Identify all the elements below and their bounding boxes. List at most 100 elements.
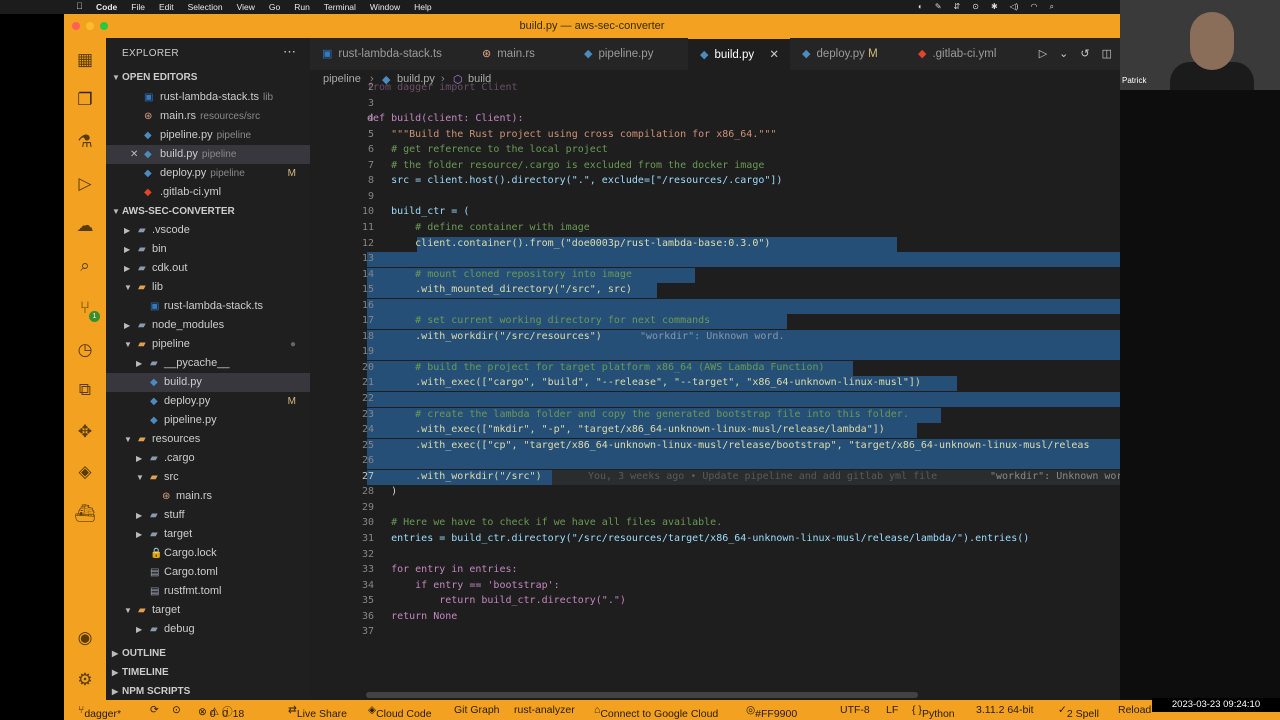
folder-item[interactable]: ▶ ▰ debug xyxy=(106,620,310,639)
code-line[interactable]: if entry == 'bootstrap': xyxy=(367,580,560,591)
git-graph-button[interactable]: Git Graph xyxy=(454,704,500,716)
watch-icon[interactable]: ⊙ xyxy=(172,704,181,716)
timeline-icon[interactable]: ◷ xyxy=(73,338,97,362)
python-version-status[interactable]: 3.11.2 64-bit xyxy=(976,704,1034,716)
menu-item[interactable]: Edit xyxy=(159,2,174,12)
problems-status[interactable]: ⊗ 0 ⚠ 0 ⓘ 18 xyxy=(198,704,244,720)
chevron-right-icon[interactable]: ▶ xyxy=(124,259,130,278)
cloud-code-button[interactable]: ◈ Cloud Code xyxy=(368,704,432,720)
run-debug-icon[interactable]: ▷ xyxy=(73,172,97,196)
rust-analyzer-button[interactable]: rust-analyzer xyxy=(514,704,575,716)
file-item[interactable]: ▣ rust-lambda-stack.ts xyxy=(106,297,310,316)
menu-item[interactable]: View xyxy=(237,2,255,12)
chevron-right-icon[interactable]: ▶ xyxy=(112,663,118,682)
tab-gitlab-ci-yml[interactable]: ◆ .gitlab-ci.yml xyxy=(906,38,1026,70)
folder-item[interactable]: ▼ ▰ lib xyxy=(106,278,310,297)
docker-icon[interactable]: ⛴ xyxy=(73,502,97,526)
code-line[interactable]: # mount cloned repository into image xyxy=(367,269,632,280)
chevron-right-icon[interactable]: ▶ xyxy=(136,525,142,544)
file-item[interactable]: ◆ build.py xyxy=(106,373,310,392)
menu-item[interactable]: Help xyxy=(414,2,431,12)
folder-item[interactable]: ▶ ▰ target xyxy=(106,525,310,544)
eol-status[interactable]: LF xyxy=(886,704,898,716)
code-line[interactable]: entries = build_ctr.directory("/src/reso… xyxy=(367,533,1029,544)
file-item[interactable]: ◆ pipeline.py xyxy=(106,411,310,430)
volume-icon[interactable]: ◁) xyxy=(1010,2,1019,12)
more-actions-icon[interactable]: ⋯ xyxy=(283,44,296,60)
bluetooth-icon[interactable]: ✱ xyxy=(991,2,998,12)
code-line[interactable]: .with_mounted_directory("/src", src) xyxy=(367,284,632,295)
open-editor-item[interactable]: ◆ pipeline.py pipeline xyxy=(106,126,310,145)
tab-build-py[interactable]: ◆ build.py ✕ xyxy=(688,38,790,70)
cloud-code-icon[interactable]: ◈ xyxy=(73,460,97,484)
code-line[interactable]: ) xyxy=(367,486,397,497)
menu-item[interactable]: Go xyxy=(269,2,280,12)
chevron-down-icon[interactable]: ▼ xyxy=(112,68,120,87)
menu-item[interactable]: Terminal xyxy=(324,2,356,12)
remote-icon[interactable]: ☁ xyxy=(73,214,97,238)
folder-item[interactable]: ▶ ▰ __pycache__ xyxy=(106,354,310,373)
folder-item[interactable]: ▶ ▰ .cargo xyxy=(106,449,310,468)
chevron-down-icon[interactable]: ⌄ xyxy=(1059,47,1068,60)
status-icon[interactable]: ⊙ xyxy=(972,2,979,12)
tab-main-rs[interactable]: ⊛ main.rs xyxy=(470,38,572,70)
wifi-icon[interactable]: ◠ xyxy=(1030,2,1037,12)
code-line[interactable]: return build_ctr.directory(".") xyxy=(367,595,626,606)
source-control-icon[interactable]: ⑂ 1 xyxy=(73,296,100,322)
status-icon[interactable]: ✎ xyxy=(935,2,942,12)
chevron-right-icon[interactable]: ▶ xyxy=(112,644,118,663)
sync-icon[interactable]: ⟳ xyxy=(150,704,159,716)
settings-gear-icon[interactable]: ⚙ xyxy=(73,668,97,692)
open-editor-item[interactable]: ⊛ main.rs resources/src xyxy=(106,107,310,126)
folder-item[interactable]: ▶ ▰ bin xyxy=(106,240,310,259)
file-item[interactable]: ▤ Cargo.toml xyxy=(106,563,310,582)
chevron-down-icon[interactable]: ▼ xyxy=(112,202,120,221)
code-line[interactable]: """Build the Rust project using cross co… xyxy=(367,129,776,140)
chevron-right-icon[interactable]: ▶ xyxy=(136,506,142,525)
code-line[interactable]: client.container().from_("doe0003p/rust-… xyxy=(367,238,770,249)
folder-item[interactable]: ▶ ▰ stuff xyxy=(106,506,310,525)
extensions-icon[interactable]: ⧉ xyxy=(73,378,97,402)
reload-button[interactable]: Reload xyxy=(1118,704,1151,716)
file-item[interactable]: ◆ deploy.py M xyxy=(106,392,310,411)
chevron-right-icon[interactable]: ▶ xyxy=(124,240,130,259)
code-line[interactable]: def build(client: Client): xyxy=(367,113,524,124)
code-line[interactable]: # build the project for target platform … xyxy=(367,362,824,373)
tab-deploy-py[interactable]: ◆ deploy.py M xyxy=(790,38,906,70)
code-line[interactable]: # set current working directory for next… xyxy=(367,315,710,326)
open-editor-item[interactable]: ◆ .gitlab-ci.yml xyxy=(106,183,310,202)
code-line[interactable]: # get reference to the local project xyxy=(367,144,608,155)
search-icon[interactable]: ⌕ xyxy=(1049,2,1053,12)
chevron-down-icon[interactable]: ▼ xyxy=(124,601,132,620)
testing-flask-icon[interactable]: ⚗ xyxy=(73,130,97,154)
split-editor-icon[interactable]: ◫ xyxy=(1102,47,1112,60)
code-line[interactable]: from dagger import Client xyxy=(367,82,518,93)
grid-apps-icon[interactable]: ▦ xyxy=(73,48,97,72)
file-item[interactable]: ▤ rustfmt.toml xyxy=(106,582,310,601)
code-line[interactable]: return None xyxy=(367,611,457,622)
code-line[interactable]: .with_workdir("/src") xyxy=(367,471,541,482)
folder-item[interactable]: ▼ ▰ src xyxy=(106,468,310,487)
status-icon[interactable]: ⇵ xyxy=(954,2,961,12)
close-icon[interactable]: ✕ xyxy=(130,145,138,164)
compare-icon[interactable]: ↺ xyxy=(1080,47,1089,60)
code-line[interactable]: .with_exec(["cargo", "build", "--release… xyxy=(367,377,921,388)
menu-item[interactable]: Selection xyxy=(188,2,223,12)
search-icon[interactable]: ⌕ xyxy=(73,254,97,278)
open-editor-item[interactable]: ▣ rust-lambda-stack.ts lib xyxy=(106,88,310,107)
file-item[interactable]: 🔒 Cargo.lock xyxy=(106,544,310,563)
folder-item[interactable]: ▶ ▰ .vscode xyxy=(106,221,310,240)
section-project[interactable]: ▼ AWS-SEC-CONVERTER xyxy=(106,202,310,221)
open-editor-item[interactable]: ◆ deploy.py pipeline M xyxy=(106,164,310,183)
account-icon[interactable]: ◉ xyxy=(73,626,97,650)
folder-item[interactable]: ▶ ▰ cdk.out xyxy=(106,259,310,278)
section-outline[interactable]: ▶ OUTLINE xyxy=(106,644,310,663)
google-cloud-button[interactable]: ⌂ Connect to Google Cloud xyxy=(594,704,718,720)
code-line[interactable]: src = client.host().directory(".", exclu… xyxy=(367,175,782,186)
code-line[interactable]: # the folder resource/.cargo is excluded… xyxy=(367,160,764,171)
folder-item[interactable]: ▼ ▰ pipeline ● xyxy=(106,335,310,354)
code-editor[interactable]: 2 from dagger import Client 3 4 def build(cl… xyxy=(310,82,1130,688)
folder-item[interactable]: ▼ ▰ target xyxy=(106,601,310,620)
kubernetes-icon[interactable]: ✥ xyxy=(73,420,97,444)
tab-rust-lambda-stack-ts[interactable]: ▣ rust-lambda-stack.ts xyxy=(310,38,470,70)
